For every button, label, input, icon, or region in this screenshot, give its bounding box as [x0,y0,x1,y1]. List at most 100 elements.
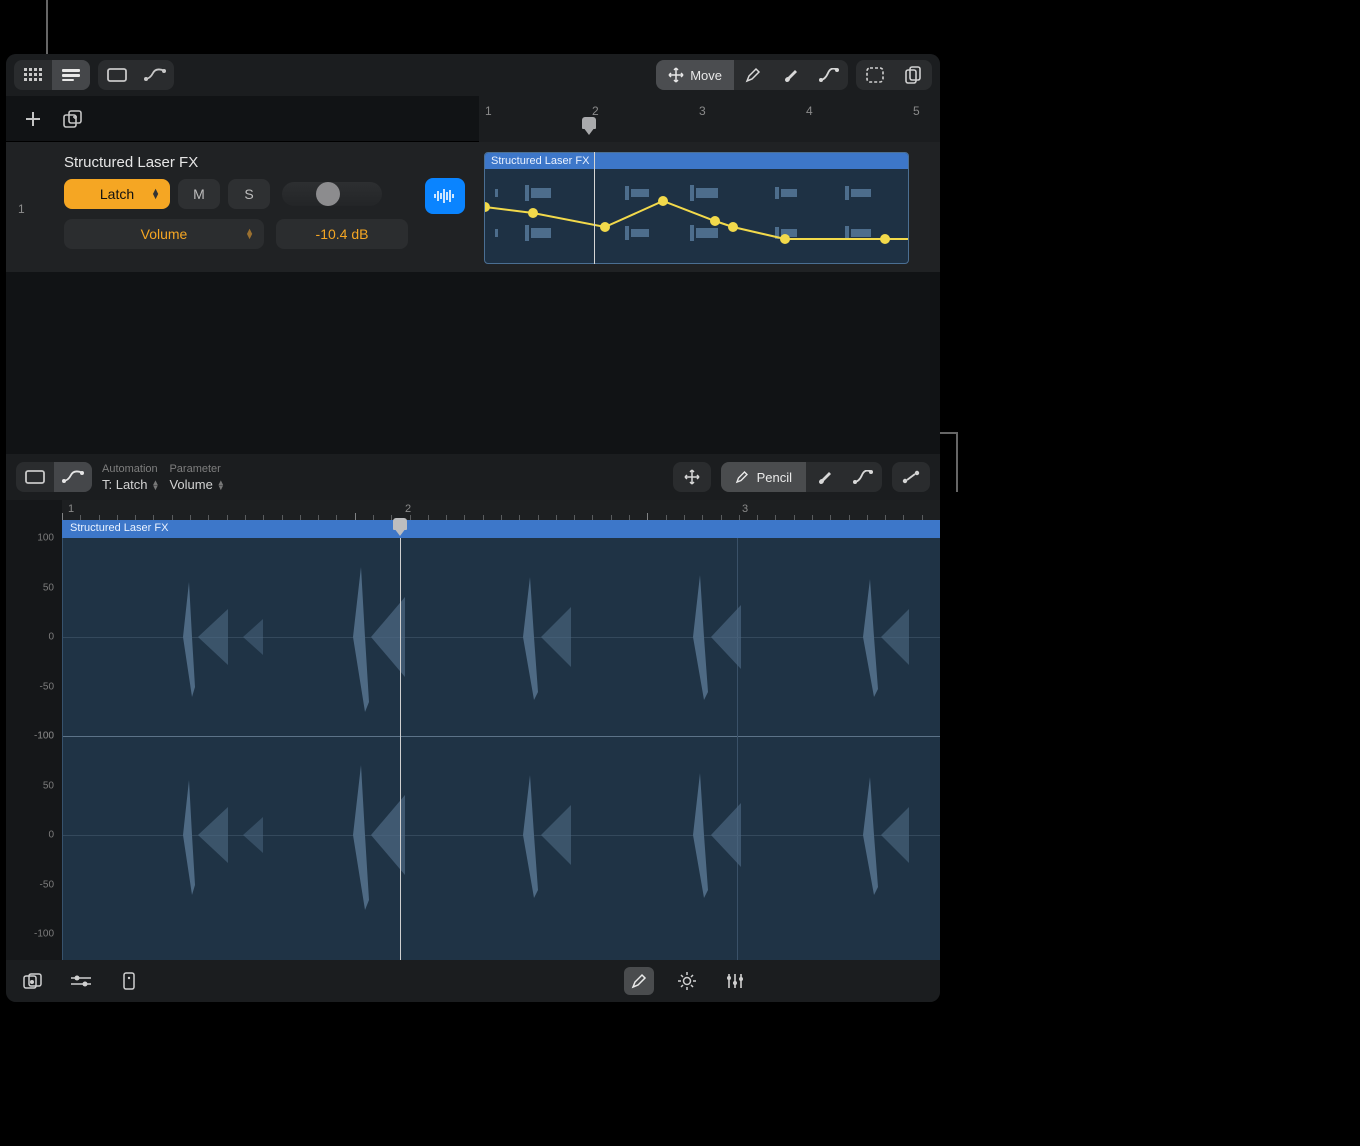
region-title: Structured Laser FX [485,153,908,169]
clipboard-group [856,60,932,90]
brush-icon [816,469,834,485]
region-waveform-bottom [485,219,909,247]
pencil-tool-button[interactable] [734,60,772,90]
move-tool-label: Move [690,68,722,83]
mute-button[interactable]: M [178,179,220,209]
yaxis-label: -50 [40,879,54,890]
yaxis-label: 50 [43,780,54,791]
editor-playhead-line [400,538,401,960]
daw-window: Move [6,54,940,1002]
plus-icon [24,110,42,128]
copy-button[interactable] [894,60,932,90]
move-tool-button[interactable]: Move [656,60,734,90]
yaxis-label: 0 [48,830,54,841]
editor-region-title: Structured Laser FX [62,520,940,538]
editor-ruler[interactable]: 1 2 3 [62,500,940,520]
waveform-icon [433,188,457,204]
sliders-icon [71,974,91,988]
automation-curve-icon [144,68,166,82]
editor-tool-group: Pencil [721,462,882,492]
library-icon [23,973,43,989]
automation-point[interactable] [528,208,538,218]
brush-tool-button[interactable] [772,60,810,90]
curve-tool-button[interactable] [810,60,848,90]
marquee-button[interactable] [856,60,894,90]
edit-mode-button[interactable] [624,967,654,995]
yaxis-label: 100 [37,731,54,742]
copy-icon [905,66,921,84]
region-waveform-top [485,179,909,207]
updown-icon: ▲▼ [151,189,160,199]
track-controls-row2: Volume ▲▼ -10.4 dB [64,219,467,249]
automation-parameter-selector[interactable]: Volume ▲▼ [64,219,264,249]
updown-icon: ▲▼ [152,480,160,490]
audio-editor: Automation T: Latch▲▼ Parameter Volume▲▼… [6,454,940,960]
remote-button[interactable] [114,967,144,995]
brightness-button[interactable] [672,967,702,995]
audio-region[interactable]: Structured Laser FX [484,152,909,264]
curve-icon [853,470,873,484]
automation-mode-label: Latch [100,186,134,202]
ruler-mark: 4 [806,104,813,118]
yaxis-label: -100 [34,929,54,940]
editor-parameter-caption: Parameter [169,462,224,477]
mixer-button[interactable] [66,967,96,995]
timeline-ruler[interactable]: 1 2 3 4 5 [479,96,940,142]
brush-icon [782,67,800,83]
track-name[interactable]: Structured Laser FX [64,154,467,171]
automation-view-button[interactable] [136,60,174,90]
editor-playhead[interactable] [393,518,407,536]
editor-waveform-right [63,736,940,934]
editor-parameter-value: Volume [169,477,212,492]
add-track-button[interactable] [16,104,50,134]
pencil-icon [631,973,647,989]
ruler-mark: 2 [592,104,599,118]
ruler-mark: 1 [485,104,492,118]
library-button[interactable] [18,967,48,995]
playhead[interactable] [582,117,596,135]
move-icon [668,67,684,83]
editor-waveform-area[interactable] [62,538,940,960]
editor-region-view-button[interactable] [16,462,54,492]
editor-automation-mode[interactable]: Automation T: Latch▲▼ [102,462,159,492]
editor-waveform-left [63,538,940,736]
marquee-icon [866,67,884,83]
duplicate-icon [63,110,83,128]
editor-show-automation-button[interactable] [892,462,930,492]
region-view-button[interactable] [98,60,136,90]
editor-pencil-tool-button[interactable]: Pencil [721,462,806,492]
editor-curve-tool-button[interactable] [844,462,882,492]
eq-button[interactable] [720,967,750,995]
track-controls-row1: Latch ▲▼ M S [64,179,467,209]
pencil-icon [745,67,761,83]
pan-knob[interactable] [282,182,382,206]
automation-line[interactable] [485,153,909,264]
automation-value-readout[interactable]: -10.4 dB [276,219,408,249]
editor-move-button[interactable] [673,462,711,492]
track-lane[interactable]: Structured Laser FX [479,142,940,272]
automation-curve-icon [62,470,84,484]
editor-brush-tool-button[interactable] [806,462,844,492]
duplicate-track-button[interactable] [56,104,90,134]
edit-tool-group: Move [656,60,848,90]
editor-pencil-label: Pencil [757,470,792,485]
track-header[interactable]: 1 Structured Laser FX Latch ▲▼ M S Volum… [6,142,479,272]
editor-automation-value: T: Latch [102,477,148,492]
track-row: 1 Structured Laser FX Latch ▲▼ M S Volum… [6,142,940,272]
updown-icon: ▲▼ [217,480,225,490]
solo-button[interactable]: S [228,179,270,209]
eq-sliders-icon [726,973,744,989]
rectangle-icon [107,68,127,82]
editor-parameter[interactable]: Parameter Volume ▲▼ [169,462,224,492]
updown-icon: ▲▼ [245,229,254,239]
callout-line-2b [956,432,958,492]
curve-icon [819,68,839,82]
list-view-button[interactable] [52,60,90,90]
grid-view-button[interactable] [14,60,52,90]
automation-mode-selector[interactable]: Latch ▲▼ [64,179,170,209]
track-type-icon[interactable] [425,178,465,214]
rectangle-icon [25,470,45,484]
editor-automation-view-button[interactable] [54,462,92,492]
list-icon [62,69,80,81]
grid-icon [24,68,42,82]
